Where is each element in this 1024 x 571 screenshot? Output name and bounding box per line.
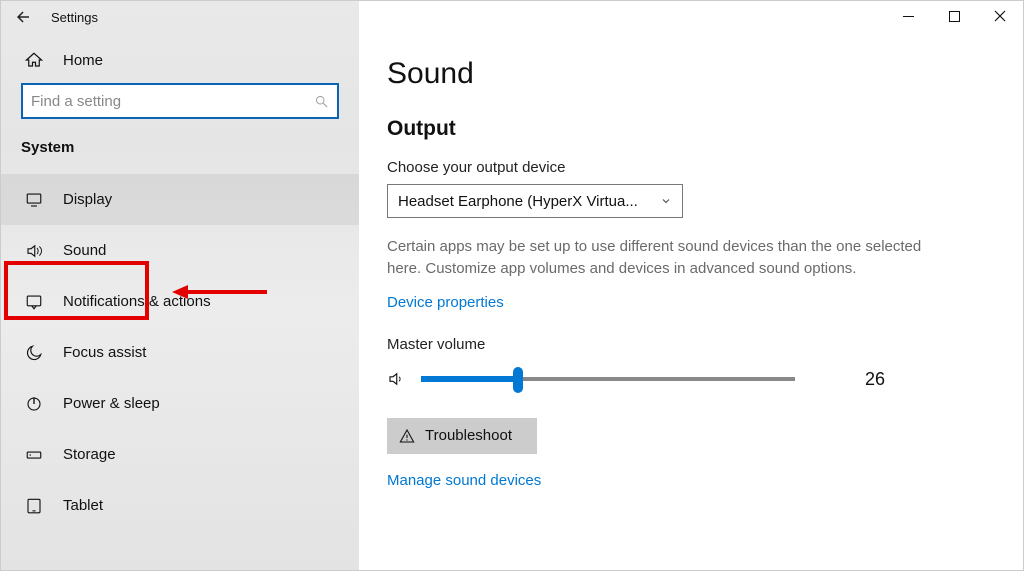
search-icon — [314, 94, 329, 109]
troubleshoot-button[interactable]: Troubleshoot — [387, 418, 537, 454]
device-properties-link[interactable]: Device properties — [387, 280, 504, 311]
sidebar-item-label: Display — [63, 191, 112, 208]
sidebar-item-label: Power & sleep — [63, 395, 160, 412]
sidebar: Settings Home System Display — [1, 1, 359, 570]
manage-sound-devices-link[interactable]: Manage sound devices — [387, 454, 541, 489]
volume-slider[interactable] — [421, 377, 795, 381]
notifications-icon — [25, 293, 43, 311]
tablet-icon — [25, 497, 43, 515]
volume-value: 26 — [865, 369, 885, 390]
sidebar-item-notifications[interactable]: Notifications & actions — [1, 276, 359, 327]
focus-assist-icon — [25, 344, 43, 362]
sidebar-item-power-sleep[interactable]: Power & sleep — [1, 378, 359, 429]
sidebar-item-storage[interactable]: Storage — [1, 429, 359, 480]
choose-output-label: Choose your output device — [387, 141, 995, 176]
sidebar-top: Settings — [1, 1, 359, 33]
maximize-button[interactable] — [931, 1, 977, 31]
main-content: Sound Output Choose your output device H… — [359, 1, 1023, 570]
sidebar-item-label: Focus assist — [63, 344, 146, 361]
sidebar-item-tablet[interactable]: Tablet — [1, 480, 359, 531]
chevron-down-icon — [660, 195, 672, 207]
volume-row: 26 — [387, 353, 995, 390]
window-controls — [885, 1, 1023, 31]
back-button[interactable] — [13, 7, 33, 27]
search-wrap — [1, 83, 359, 135]
search-input[interactable] — [31, 85, 314, 117]
sidebar-section-title: System — [1, 135, 359, 174]
search-field[interactable] — [21, 83, 339, 119]
output-device-dropdown[interactable]: Headset Earphone (HyperX Virtua... — [387, 184, 683, 218]
storage-icon — [25, 446, 43, 464]
home-label: Home — [63, 52, 103, 69]
sidebar-home[interactable]: Home — [1, 33, 359, 83]
sidebar-item-sound[interactable]: Sound — [1, 225, 359, 276]
sidebar-item-label: Storage — [63, 446, 116, 463]
sidebar-item-label: Tablet — [63, 497, 103, 514]
warning-icon — [399, 428, 415, 444]
speaker-icon[interactable] — [387, 370, 405, 388]
sidebar-item-label: Notifications & actions — [63, 293, 211, 310]
app-title: Settings — [51, 10, 98, 25]
sidebar-nav: Display Sound Notifications & actions Fo… — [1, 174, 359, 531]
output-hint: Certain apps may be set up to use differ… — [387, 218, 947, 280]
close-button[interactable] — [977, 1, 1023, 31]
minimize-button[interactable] — [885, 1, 931, 31]
display-icon — [25, 191, 43, 209]
arrow-left-icon — [14, 8, 32, 26]
sidebar-item-label: Sound — [63, 242, 106, 259]
home-icon — [25, 51, 43, 69]
sidebar-item-focus-assist[interactable]: Focus assist — [1, 327, 359, 378]
sidebar-item-display[interactable]: Display — [1, 174, 359, 225]
settings-window: Settings Home System Display — [0, 0, 1024, 571]
master-volume-label: Master volume — [387, 312, 995, 353]
output-heading: Output — [387, 91, 995, 141]
sound-icon — [25, 242, 43, 260]
output-device-value: Headset Earphone (HyperX Virtua... — [398, 193, 638, 210]
power-icon — [25, 395, 43, 413]
troubleshoot-label: Troubleshoot — [425, 427, 512, 444]
